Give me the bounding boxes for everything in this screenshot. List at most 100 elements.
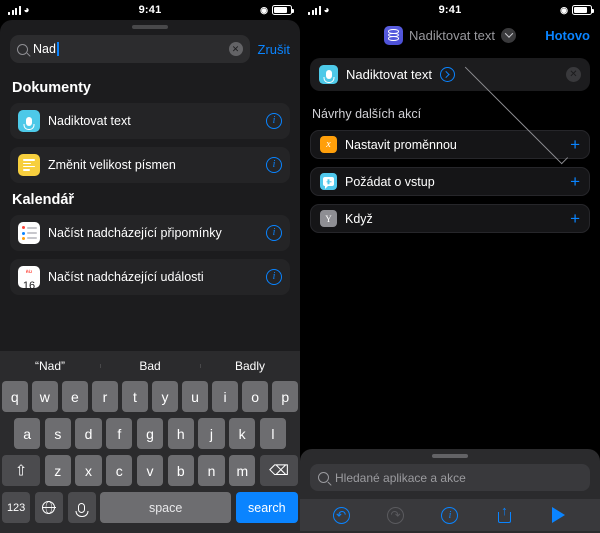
key-b[interactable]: b: [167, 455, 194, 486]
key-d[interactable]: d: [75, 418, 102, 449]
editor-toolbar: ↶ ↷ i: [300, 499, 600, 531]
numbers-key[interactable]: 123: [2, 492, 31, 523]
status-bar-right: ◕ 9:41 ◉: [300, 0, 600, 20]
info-icon[interactable]: i: [266, 157, 282, 173]
key-v[interactable]: v: [136, 455, 164, 486]
key-y[interactable]: y: [152, 381, 178, 412]
plus-icon[interactable]: +: [570, 136, 580, 153]
key-o[interactable]: o: [242, 381, 268, 412]
result-label: Načíst nadcházející připomínky: [48, 226, 222, 240]
text-lines-icon: [18, 154, 40, 176]
bottom-sheet: Hledané aplikace a akce ↶ ↷ i: [300, 449, 600, 533]
key-u[interactable]: u: [182, 381, 208, 412]
plus-icon[interactable]: +: [570, 173, 580, 190]
key-j[interactable]: j: [198, 418, 225, 449]
status-bar-left: ◕ 9:41 ◉: [0, 0, 300, 20]
calendar-month: ŘÍJ: [25, 269, 33, 274]
key-e[interactable]: e: [62, 381, 88, 412]
undo-button[interactable]: ↶: [332, 506, 350, 524]
suggestion-row-kdyz[interactable]: Y Když +: [310, 204, 590, 233]
suggestion-label: Když: [345, 211, 373, 226]
calendar-icon: ŘÍJ 16: [18, 266, 40, 292]
result-row-nacist-pripominky[interactable]: Načíst nadcházející připomínky i: [10, 215, 290, 251]
text-caret: [56, 42, 59, 56]
search-icon: [17, 43, 28, 55]
remove-icon[interactable]: ✕: [566, 67, 581, 82]
key-c[interactable]: c: [106, 455, 133, 486]
status-time: 9:41: [438, 4, 462, 16]
done-button[interactable]: Hotovo: [545, 28, 590, 43]
action-card-nadiktovat-text[interactable]: Nadiktovat text ✕: [310, 58, 590, 91]
suggestions-header[interactable]: Návrhy dalších akcí: [312, 60, 588, 164]
info-icon[interactable]: i: [266, 225, 282, 241]
microphone-icon: [319, 65, 338, 84]
key-q[interactable]: q: [2, 381, 28, 412]
cancel-button[interactable]: Zrušit: [258, 42, 291, 57]
shortcut-title-button[interactable]: Nadiktovat text: [384, 25, 516, 45]
key-m[interactable]: m: [229, 455, 256, 486]
info-icon[interactable]: i: [266, 269, 282, 285]
plus-icon[interactable]: +: [570, 210, 580, 227]
key-p[interactable]: p: [272, 381, 298, 412]
key-t[interactable]: t: [122, 381, 148, 412]
result-label: Nadiktovat text: [48, 114, 131, 128]
share-button[interactable]: [495, 506, 513, 524]
globe-icon[interactable]: [34, 492, 63, 523]
search-input-value: Nad: [33, 42, 56, 56]
bottom-sheet-grabber[interactable]: [432, 454, 468, 458]
shortcut-name: Nadiktovat text: [409, 27, 495, 43]
delete-icon[interactable]: [259, 455, 299, 486]
conditional-y-icon: Y: [320, 210, 337, 227]
shift-icon[interactable]: [2, 455, 41, 486]
info-button[interactable]: i: [441, 506, 459, 524]
sheet-grabber[interactable]: [132, 25, 168, 29]
space-key[interactable]: space: [100, 492, 232, 523]
reminders-icon: [18, 222, 40, 244]
suggestion-1[interactable]: Bad: [100, 359, 200, 373]
keyboard-row-3: z x c v b n m: [0, 455, 300, 486]
result-row-nadiktovat-text[interactable]: Nadiktovat text i: [10, 103, 290, 139]
suggestion-row-pozadat-o-vstup[interactable]: Požádat o vstup +: [310, 167, 590, 196]
suggestions-header-label: Návrhy dalších akcí: [312, 107, 422, 121]
action-title: Nadiktovat text: [346, 67, 432, 82]
play-button[interactable]: [550, 506, 568, 524]
chevron-right-circle-icon[interactable]: [440, 67, 455, 82]
microphone-icon[interactable]: [67, 492, 96, 523]
result-label: Změnit velikost písmen: [48, 158, 176, 172]
key-z[interactable]: z: [44, 455, 71, 486]
suggestion-2[interactable]: Badly: [200, 359, 300, 373]
right-panel-shortcut-editor: ◕ 9:41 ◉ Nadiktovat text Hotovo Nadiktov…: [300, 0, 600, 533]
battery-icon: [572, 5, 594, 15]
key-w[interactable]: w: [32, 381, 58, 412]
dual-screenshot: ◕ 9:41 ◉ Nad ✕ Zrušit Dokumenty Nadiktov…: [0, 0, 600, 533]
suggestion-label: Požádat o vstup: [345, 174, 435, 189]
suggestion-label: Nastavit proměnnou: [345, 137, 457, 152]
key-a[interactable]: a: [14, 418, 41, 449]
key-f[interactable]: f: [106, 418, 133, 449]
chevron-down-icon[interactable]: [501, 27, 516, 43]
key-g[interactable]: g: [136, 418, 164, 449]
key-l[interactable]: l: [259, 418, 286, 449]
key-n[interactable]: n: [198, 455, 225, 486]
key-r[interactable]: r: [92, 381, 118, 412]
microphone-icon: [18, 110, 40, 132]
key-i[interactable]: i: [212, 381, 238, 412]
status-time: 9:41: [138, 4, 162, 16]
info-icon[interactable]: i: [266, 113, 282, 129]
key-x[interactable]: x: [75, 455, 102, 486]
clear-icon[interactable]: ✕: [228, 42, 243, 56]
key-s[interactable]: s: [44, 418, 71, 449]
search-input[interactable]: Nad ✕: [10, 35, 250, 63]
bottom-search-input[interactable]: Hledané aplikace a akce: [310, 464, 590, 491]
keyboard-row-2: a s d f g h j k l: [0, 418, 300, 449]
result-row-nacist-udalosti[interactable]: ŘÍJ 16 Načíst nadcházející události i: [10, 259, 290, 295]
keyboard-row-4: 123 space search: [0, 492, 300, 523]
search-key[interactable]: search: [235, 492, 299, 523]
key-k[interactable]: k: [229, 418, 256, 449]
key-h[interactable]: h: [167, 418, 194, 449]
navigation-bar: Nadiktovat text Hotovo: [300, 20, 600, 50]
search-sheet: Nad ✕ Zrušit Dokumenty Nadiktovat text i…: [0, 20, 300, 533]
result-row-zmenit-velikost-pismen[interactable]: Změnit velikost písmen i: [10, 147, 290, 183]
suggestion-0[interactable]: “Nad”: [0, 359, 100, 373]
autocorrect-bar: “Nad” Bad Badly: [0, 351, 300, 381]
